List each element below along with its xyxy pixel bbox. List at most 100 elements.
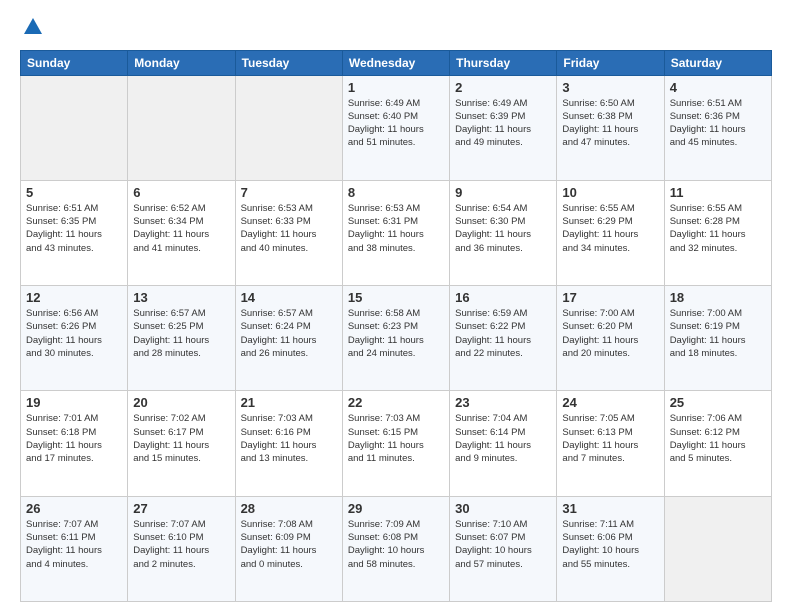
- day-number-31: 31: [562, 501, 658, 516]
- col-header-friday: Friday: [557, 50, 664, 75]
- day-cell-11: 11 Sunrise: 6:55 AM Sunset: 6:28 PM Dayli…: [664, 180, 771, 285]
- day-number-15: 15: [348, 290, 444, 305]
- week-row-2: 5 Sunrise: 6:51 AM Sunset: 6:35 PM Daylig…: [21, 180, 772, 285]
- empty-cell: [235, 75, 342, 180]
- day-number-26: 26: [26, 501, 122, 516]
- day-info-30: Sunrise: 7:10 AM Sunset: 6:07 PM Dayligh…: [455, 518, 551, 571]
- day-number-11: 11: [670, 185, 766, 200]
- day-info-17: Sunrise: 7:00 AM Sunset: 6:20 PM Dayligh…: [562, 307, 658, 360]
- day-number-28: 28: [241, 501, 337, 516]
- day-number-29: 29: [348, 501, 444, 516]
- week-row-4: 19 Sunrise: 7:01 AM Sunset: 6:18 PM Dayli…: [21, 391, 772, 496]
- day-cell-20: 20 Sunrise: 7:02 AM Sunset: 6:17 PM Dayli…: [128, 391, 235, 496]
- day-cell-4: 4 Sunrise: 6:51 AM Sunset: 6:36 PM Daylig…: [664, 75, 771, 180]
- day-info-12: Sunrise: 6:56 AM Sunset: 6:26 PM Dayligh…: [26, 307, 122, 360]
- day-info-21: Sunrise: 7:03 AM Sunset: 6:16 PM Dayligh…: [241, 412, 337, 465]
- day-number-19: 19: [26, 395, 122, 410]
- day-number-8: 8: [348, 185, 444, 200]
- day-info-13: Sunrise: 6:57 AM Sunset: 6:25 PM Dayligh…: [133, 307, 229, 360]
- day-cell-17: 17 Sunrise: 7:00 AM Sunset: 6:20 PM Dayli…: [557, 286, 664, 391]
- empty-cell: [664, 496, 771, 601]
- day-info-5: Sunrise: 6:51 AM Sunset: 6:35 PM Dayligh…: [26, 202, 122, 255]
- day-info-14: Sunrise: 6:57 AM Sunset: 6:24 PM Dayligh…: [241, 307, 337, 360]
- day-info-8: Sunrise: 6:53 AM Sunset: 6:31 PM Dayligh…: [348, 202, 444, 255]
- day-info-7: Sunrise: 6:53 AM Sunset: 6:33 PM Dayligh…: [241, 202, 337, 255]
- day-info-16: Sunrise: 6:59 AM Sunset: 6:22 PM Dayligh…: [455, 307, 551, 360]
- day-cell-31: 31 Sunrise: 7:11 AM Sunset: 6:06 PM Dayli…: [557, 496, 664, 601]
- page: SundayMondayTuesdayWednesdayThursdayFrid…: [0, 0, 792, 612]
- day-cell-19: 19 Sunrise: 7:01 AM Sunset: 6:18 PM Dayli…: [21, 391, 128, 496]
- day-number-7: 7: [241, 185, 337, 200]
- day-cell-25: 25Sunrise: 7:06 AM Sunset: 6:12 PM Dayli…: [664, 391, 771, 496]
- day-info-26: Sunrise: 7:07 AM Sunset: 6:11 PM Dayligh…: [26, 518, 122, 571]
- day-cell-8: 8 Sunrise: 6:53 AM Sunset: 6:31 PM Daylig…: [342, 180, 449, 285]
- day-cell-22: 22Sunrise: 7:03 AM Sunset: 6:15 PM Dayli…: [342, 391, 449, 496]
- col-header-saturday: Saturday: [664, 50, 771, 75]
- day-info-24: Sunrise: 7:05 AM Sunset: 6:13 PM Dayligh…: [562, 412, 658, 465]
- day-cell-5: 5 Sunrise: 6:51 AM Sunset: 6:35 PM Daylig…: [21, 180, 128, 285]
- day-number-16: 16: [455, 290, 551, 305]
- day-cell-10: 10 Sunrise: 6:55 AM Sunset: 6:29 PM Dayli…: [557, 180, 664, 285]
- week-row-1: 1 Sunrise: 6:49 AM Sunset: 6:40 PM Daylig…: [21, 75, 772, 180]
- day-info-20: Sunrise: 7:02 AM Sunset: 6:17 PM Dayligh…: [133, 412, 229, 465]
- day-number-6: 6: [133, 185, 229, 200]
- day-info-22: Sunrise: 7:03 AM Sunset: 6:15 PM Dayligh…: [348, 412, 444, 465]
- day-number-20: 20: [133, 395, 229, 410]
- day-number-14: 14: [241, 290, 337, 305]
- day-info-9: Sunrise: 6:54 AM Sunset: 6:30 PM Dayligh…: [455, 202, 551, 255]
- day-number-10: 10: [562, 185, 658, 200]
- day-info-11: Sunrise: 6:55 AM Sunset: 6:28 PM Dayligh…: [670, 202, 766, 255]
- day-cell-27: 27Sunrise: 7:07 AM Sunset: 6:10 PM Dayli…: [128, 496, 235, 601]
- day-info-1: Sunrise: 6:49 AM Sunset: 6:40 PM Dayligh…: [348, 97, 444, 150]
- col-header-tuesday: Tuesday: [235, 50, 342, 75]
- day-cell-2: 2 Sunrise: 6:49 AM Sunset: 6:39 PM Daylig…: [450, 75, 557, 180]
- week-row-5: 26 Sunrise: 7:07 AM Sunset: 6:11 PM Dayli…: [21, 496, 772, 601]
- day-cell-6: 6 Sunrise: 6:52 AM Sunset: 6:34 PM Daylig…: [128, 180, 235, 285]
- col-header-monday: Monday: [128, 50, 235, 75]
- day-cell-29: 29 Sunrise: 7:09 AM Sunset: 6:08 PM Dayli…: [342, 496, 449, 601]
- col-header-sunday: Sunday: [21, 50, 128, 75]
- day-number-9: 9: [455, 185, 551, 200]
- week-row-3: 12Sunrise: 6:56 AM Sunset: 6:26 PM Dayli…: [21, 286, 772, 391]
- day-cell-1: 1 Sunrise: 6:49 AM Sunset: 6:40 PM Daylig…: [342, 75, 449, 180]
- logo-icon: [22, 16, 44, 38]
- day-cell-9: 9 Sunrise: 6:54 AM Sunset: 6:30 PM Daylig…: [450, 180, 557, 285]
- day-info-29: Sunrise: 7:09 AM Sunset: 6:08 PM Dayligh…: [348, 518, 444, 571]
- day-cell-13: 13 Sunrise: 6:57 AM Sunset: 6:25 PM Dayli…: [128, 286, 235, 391]
- logo-text: [20, 16, 44, 44]
- day-cell-16: 16 Sunrise: 6:59 AM Sunset: 6:22 PM Dayli…: [450, 286, 557, 391]
- day-cell-3: 3 Sunrise: 6:50 AM Sunset: 6:38 PM Daylig…: [557, 75, 664, 180]
- day-cell-24: 24Sunrise: 7:05 AM Sunset: 6:13 PM Dayli…: [557, 391, 664, 496]
- day-cell-21: 21Sunrise: 7:03 AM Sunset: 6:16 PM Dayli…: [235, 391, 342, 496]
- day-number-18: 18: [670, 290, 766, 305]
- day-info-15: Sunrise: 6:58 AM Sunset: 6:23 PM Dayligh…: [348, 307, 444, 360]
- day-cell-28: 28Sunrise: 7:08 AM Sunset: 6:09 PM Dayli…: [235, 496, 342, 601]
- day-number-2: 2: [455, 80, 551, 95]
- day-cell-14: 14 Sunrise: 6:57 AM Sunset: 6:24 PM Dayli…: [235, 286, 342, 391]
- day-number-13: 13: [133, 290, 229, 305]
- day-number-23: 23: [455, 395, 551, 410]
- day-number-25: 25: [670, 395, 766, 410]
- day-cell-15: 15 Sunrise: 6:58 AM Sunset: 6:23 PM Dayli…: [342, 286, 449, 391]
- calendar-table: SundayMondayTuesdayWednesdayThursdayFrid…: [20, 50, 772, 602]
- day-cell-23: 23Sunrise: 7:04 AM Sunset: 6:14 PM Dayli…: [450, 391, 557, 496]
- day-number-27: 27: [133, 501, 229, 516]
- day-cell-12: 12Sunrise: 6:56 AM Sunset: 6:26 PM Dayli…: [21, 286, 128, 391]
- day-number-1: 1: [348, 80, 444, 95]
- day-header-row: SundayMondayTuesdayWednesdayThursdayFrid…: [21, 50, 772, 75]
- day-info-4: Sunrise: 6:51 AM Sunset: 6:36 PM Dayligh…: [670, 97, 766, 150]
- day-info-2: Sunrise: 6:49 AM Sunset: 6:39 PM Dayligh…: [455, 97, 551, 150]
- day-cell-30: 30Sunrise: 7:10 AM Sunset: 6:07 PM Dayli…: [450, 496, 557, 601]
- day-info-10: Sunrise: 6:55 AM Sunset: 6:29 PM Dayligh…: [562, 202, 658, 255]
- day-info-19: Sunrise: 7:01 AM Sunset: 6:18 PM Dayligh…: [26, 412, 122, 465]
- day-cell-7: 7 Sunrise: 6:53 AM Sunset: 6:33 PM Daylig…: [235, 180, 342, 285]
- day-info-6: Sunrise: 6:52 AM Sunset: 6:34 PM Dayligh…: [133, 202, 229, 255]
- day-info-18: Sunrise: 7:00 AM Sunset: 6:19 PM Dayligh…: [670, 307, 766, 360]
- day-info-31: Sunrise: 7:11 AM Sunset: 6:06 PM Dayligh…: [562, 518, 658, 571]
- day-number-5: 5: [26, 185, 122, 200]
- day-number-4: 4: [670, 80, 766, 95]
- day-number-17: 17: [562, 290, 658, 305]
- day-cell-26: 26 Sunrise: 7:07 AM Sunset: 6:11 PM Dayli…: [21, 496, 128, 601]
- day-info-3: Sunrise: 6:50 AM Sunset: 6:38 PM Dayligh…: [562, 97, 658, 150]
- day-number-3: 3: [562, 80, 658, 95]
